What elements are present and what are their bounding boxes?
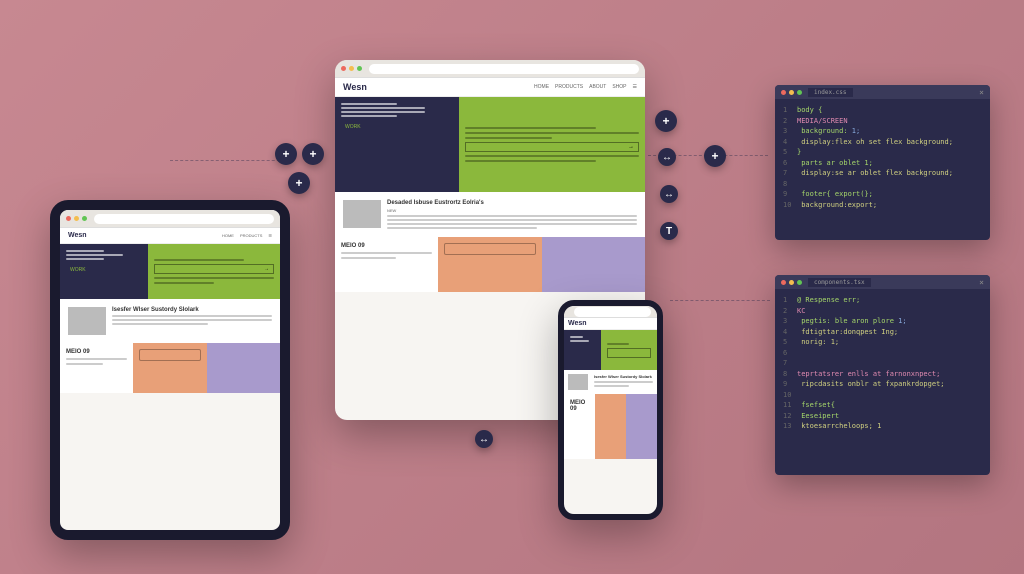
arrow-cta[interactable]	[607, 348, 651, 358]
add-button[interactable]: +	[655, 110, 677, 132]
add-button[interactable]: +	[275, 143, 297, 165]
file-tab[interactable]: components.tsx	[808, 278, 871, 287]
add-button[interactable]: +	[288, 172, 310, 194]
site-logo[interactable]: Wesn	[568, 320, 587, 327]
site-header: Wesn HOME PRODUCTS ABOUT SHOP ☰	[335, 78, 645, 97]
hero-section: WORK →	[335, 97, 645, 192]
traffic-light-minimize-icon[interactable]	[789, 90, 794, 95]
hero-section: WORK →	[60, 244, 280, 299]
hero-text-panel: WORK	[335, 97, 459, 192]
traffic-light-minimize-icon[interactable]	[349, 66, 354, 71]
nav-link[interactable]: SHOP	[612, 84, 626, 90]
article-title: Isesfer Wlser Sustordy Slolark	[594, 374, 653, 379]
address-bar[interactable]	[574, 307, 651, 317]
article-card[interactable]: Isesfer Wlser Sustordy Slolark	[60, 299, 280, 343]
address-bar[interactable]	[94, 214, 274, 224]
nav-link[interactable]: HOME	[222, 233, 234, 238]
panel-lavender[interactable]	[626, 394, 657, 429]
browser-chrome	[60, 210, 280, 228]
traffic-light-maximize-icon[interactable]	[797, 280, 802, 285]
code-editor-top: index.css × 1body {2MEDIA/SCREEN3 backgr…	[775, 85, 990, 240]
site-header: Wesn HOME PRODUCTS ☰	[60, 228, 280, 244]
traffic-light-maximize-icon[interactable]	[357, 66, 362, 71]
traffic-light-maximize-icon[interactable]	[797, 90, 802, 95]
connector-line	[670, 300, 770, 301]
nav-link[interactable]: PRODUCTS	[240, 233, 262, 238]
panel-salmon[interactable]	[133, 343, 206, 393]
browser-chrome	[335, 60, 645, 78]
site-logo[interactable]: Wesn	[68, 232, 87, 239]
nav-link[interactable]: PRODUCTS	[555, 84, 583, 90]
arrow-cta[interactable]: →	[465, 142, 639, 152]
menu-icon[interactable]: ☰	[633, 84, 637, 90]
article-title: Isesfer Wlser Sustordy Slolark	[112, 307, 272, 313]
hero-badge: WORK	[341, 123, 365, 131]
nav-link[interactable]: HOME	[534, 84, 549, 90]
move-handle-icon[interactable]: ↔	[660, 185, 678, 203]
site-logo[interactable]: Wesn	[343, 82, 367, 92]
address-bar[interactable]	[369, 64, 639, 74]
article-subtitle: NEW	[387, 208, 637, 213]
browser-chrome	[564, 306, 657, 318]
code-body[interactable]: 1body {2MEDIA/SCREEN3 background: 1;4 di…	[775, 99, 990, 216]
traffic-light-minimize-icon[interactable]	[74, 216, 79, 221]
panel-white[interactable]: MEIO 09	[564, 394, 595, 429]
article-thumbnail	[68, 307, 106, 335]
close-icon[interactable]: ×	[979, 278, 984, 287]
site-nav: HOME PRODUCTS ABOUT SHOP ☰	[534, 84, 637, 90]
connector-line	[170, 160, 290, 161]
code-body[interactable]: 1@ Respense err;2KC3 pegtis: ble aron pl…	[775, 289, 990, 438]
file-tab[interactable]: index.css	[808, 88, 853, 97]
code-editor-bottom: components.tsx × 1@ Respense err;2KC3 pe…	[775, 275, 990, 475]
arrow-cta[interactable]: →	[154, 264, 274, 274]
panel-lavender[interactable]	[207, 343, 280, 393]
move-handle-icon[interactable]: ↔	[475, 430, 493, 448]
traffic-light-minimize-icon[interactable]	[789, 280, 794, 285]
panel-white[interactable]: MEIO 09	[335, 237, 438, 292]
hero-accent-panel: →	[459, 97, 645, 192]
article-card[interactable]: Isesfer Wlser Sustordy Slolark	[564, 370, 657, 394]
panel-salmon[interactable]	[438, 237, 541, 292]
panel-white[interactable]: MEIO 09	[60, 343, 133, 393]
traffic-light-close-icon[interactable]	[781, 90, 786, 95]
nav-link[interactable]: ABOUT	[589, 84, 606, 90]
panel-lavender[interactable]	[542, 237, 645, 292]
color-panels-row: MEIO 09	[335, 237, 645, 292]
traffic-light-close-icon[interactable]	[66, 216, 71, 221]
editor-titlebar: index.css ×	[775, 85, 990, 99]
traffic-light-maximize-icon[interactable]	[82, 216, 87, 221]
article-thumbnail	[343, 200, 381, 228]
article-title: Desaded Isbuse Eustrortz Eolria's	[387, 200, 637, 206]
tablet-mockup: Wesn HOME PRODUCTS ☰ WORK → Isesfer Wlse…	[50, 200, 290, 540]
move-handle-icon[interactable]: ↔	[658, 148, 676, 166]
traffic-light-close-icon[interactable]	[781, 280, 786, 285]
hero-badge: WORK	[66, 266, 90, 274]
phone-mockup: Wesn Isesfer Wlser Sustordy Slolark MEIO…	[558, 300, 663, 520]
panel-salmon[interactable]	[595, 394, 626, 429]
panel-title: MEIO 09	[341, 243, 432, 249]
panel-title: MEIO 09	[66, 349, 127, 355]
close-icon[interactable]: ×	[979, 88, 984, 97]
illustration-placeholder	[444, 243, 535, 255]
menu-icon[interactable]: ☰	[268, 233, 272, 238]
traffic-light-close-icon[interactable]	[341, 66, 346, 71]
add-button[interactable]: +	[302, 143, 324, 165]
article-card[interactable]: Desaded Isbuse Eustrortz Eolria's NEW	[335, 192, 645, 237]
text-tool-icon[interactable]: T	[660, 222, 678, 240]
add-button[interactable]: +	[704, 145, 726, 167]
